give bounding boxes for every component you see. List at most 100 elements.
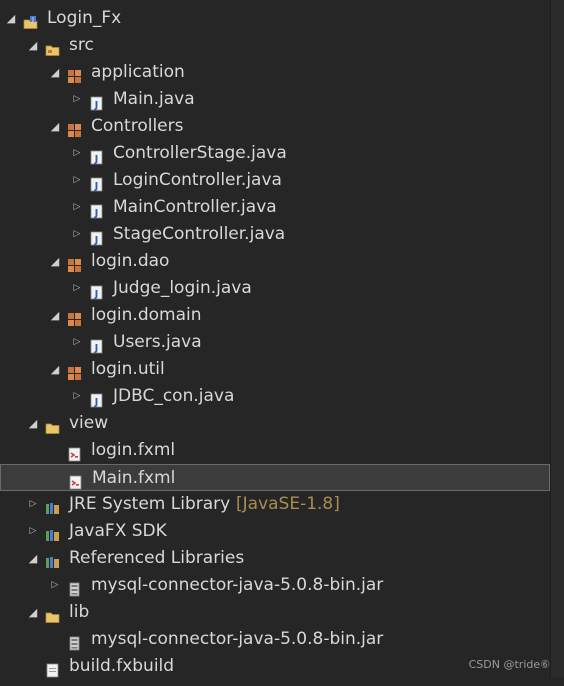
folder-icon — [45, 605, 60, 620]
svg-text:J: J — [31, 17, 33, 23]
tree-row-label: ControllerStage.java — [113, 140, 287, 167]
tree-row[interactable]: ◢ login.dao — [0, 248, 550, 275]
jar-file-icon — [67, 632, 82, 647]
tree-row[interactable]: ◢ Referenced Libraries — [0, 545, 550, 572]
tree-row[interactable]: ▷JMain.java — [0, 86, 550, 113]
tree-row[interactable]: ▷JavaFX SDK — [0, 518, 550, 545]
collapse-arrow-icon[interactable]: ◢ — [49, 113, 61, 140]
collapse-arrow-icon[interactable]: ◢ — [27, 599, 39, 626]
java-file-icon: J — [89, 146, 104, 161]
collapse-arrow-icon[interactable]: ◢ — [27, 545, 39, 572]
tree-row[interactable]: ▷JJudge_login.java — [0, 275, 550, 302]
collapse-arrow-icon[interactable]: ◢ — [49, 356, 61, 383]
folder-icon — [45, 416, 60, 431]
expand-arrow-icon[interactable]: ▷ — [71, 167, 83, 194]
expand-arrow-icon[interactable]: ▷ — [71, 383, 83, 410]
tree-row-label: lib — [69, 599, 89, 626]
expand-arrow-icon[interactable]: ▷ — [71, 194, 83, 221]
library-icon — [45, 524, 60, 539]
java-file-icon: J — [89, 281, 104, 296]
tree-row-label: Users.java — [113, 329, 202, 356]
expand-arrow-icon[interactable]: ▷ — [71, 86, 83, 113]
svg-text:J: J — [94, 235, 99, 246]
java-file-icon: J — [89, 389, 104, 404]
tree-row-label: src — [69, 32, 94, 59]
jar-icon — [67, 578, 82, 593]
collapse-arrow-icon[interactable]: ◢ — [5, 5, 17, 32]
expand-arrow-icon[interactable]: ▷ — [27, 491, 39, 518]
collapse-arrow-icon[interactable]: ◢ — [49, 59, 61, 86]
collapse-arrow-icon[interactable]: ◢ — [27, 410, 39, 437]
project-explorer-tree: ◢JLogin_Fx◢src◢application▷JMain.java◢Co… — [0, 0, 550, 678]
tree-row[interactable]: ◢application — [0, 59, 550, 86]
java-file-icon: J — [89, 227, 104, 242]
tree-row-label: LoginController.java — [113, 167, 282, 194]
java-file-icon: J — [89, 92, 104, 107]
tree-row[interactable]: ◢ lib — [0, 599, 550, 626]
fxml-file-icon — [67, 443, 82, 458]
expand-arrow-icon[interactable]: ▷ — [71, 140, 83, 167]
tree-row-label: MainController.java — [113, 194, 277, 221]
expand-arrow-icon[interactable]: ▷ — [71, 221, 83, 248]
package-icon — [67, 308, 82, 323]
tree-row[interactable]: ▷ J JDBC_con.java — [0, 383, 550, 410]
tree-row-label: Main.fxml — [92, 465, 175, 492]
tree-row[interactable]: ▷JRE System Library[JavaSE-1.8] — [0, 491, 550, 518]
svg-text:J: J — [94, 343, 99, 354]
tree-row-label: mysql-connector-java-5.0.8-bin.jar — [91, 572, 383, 599]
collapse-arrow-icon[interactable]: ◢ — [49, 302, 61, 329]
collapse-arrow-icon[interactable]: ◢ — [27, 32, 39, 59]
tree-row[interactable]: ◢ login.domain — [0, 302, 550, 329]
tree-row-label: build.fxbuild — [69, 653, 174, 680]
tree-row-label: Referenced Libraries — [69, 545, 244, 572]
library-icon — [45, 497, 60, 512]
svg-text:J: J — [94, 289, 99, 300]
svg-text:J: J — [94, 181, 99, 192]
expand-arrow-icon[interactable]: ▷ — [49, 572, 61, 599]
expand-arrow-icon[interactable]: ▷ — [27, 518, 39, 545]
tree-row[interactable]: ▷ J ControllerStage.java — [0, 140, 550, 167]
tree-row[interactable]: ◢ J Login_Fx — [0, 5, 550, 32]
vertical-scrollbar[interactable] — [550, 0, 564, 678]
package-icon — [67, 254, 82, 269]
svg-text:J: J — [94, 100, 99, 111]
tree-row[interactable]: login.fxml — [0, 437, 550, 464]
java-project-icon: J — [23, 11, 38, 26]
tree-row-label: StageController.java — [113, 221, 285, 248]
source-folder-icon — [45, 38, 60, 53]
collapse-arrow-icon[interactable]: ◢ — [49, 248, 61, 275]
tree-row[interactable]: ◢ src — [0, 32, 550, 59]
tree-row-label: mysql-connector-java-5.0.8-bin.jar — [91, 626, 383, 653]
svg-text:J: J — [94, 154, 99, 165]
tree-row-label: Login_Fx — [47, 5, 121, 32]
watermark: CSDN @tride⑥ — [469, 658, 550, 671]
library-icon — [45, 551, 60, 566]
tree-row[interactable]: ▷ J MainController.java — [0, 194, 550, 221]
tree-row[interactable]: ▷ J Users.java — [0, 329, 550, 356]
tree-row[interactable]: ▷ mysql-connector-java-5.0.8-bin.jar — [0, 572, 550, 599]
package-icon — [67, 119, 82, 134]
tree-row[interactable]: ▷ J StageController.java — [0, 221, 550, 248]
package-icon — [67, 362, 82, 377]
tree-row-label: JDBC_con.java — [113, 383, 234, 410]
tree-row[interactable]: ◢login.util — [0, 356, 550, 383]
fxml-file-icon — [68, 471, 83, 486]
java-file-icon: J — [89, 200, 104, 215]
svg-text:J: J — [94, 397, 99, 408]
package-icon — [67, 65, 82, 80]
tree-row-label: Controllers — [91, 113, 183, 140]
tree-row[interactable]: ◢ Controllers — [0, 113, 550, 140]
tree-row[interactable]: build.fxbuild — [0, 653, 550, 680]
tree-row-label: login.fxml — [91, 437, 175, 464]
tree-row[interactable]: mysql-connector-java-5.0.8-bin.jar — [0, 626, 550, 653]
tree-row-label: login.dao — [91, 248, 169, 275]
tree-row[interactable]: ▷ J LoginController.java — [0, 167, 550, 194]
svg-text:J: J — [94, 208, 99, 219]
expand-arrow-icon[interactable]: ▷ — [71, 275, 83, 302]
tree-row[interactable]: Main.fxml — [0, 464, 550, 491]
tree-row[interactable]: ◢view — [0, 410, 550, 437]
expand-arrow-icon[interactable]: ▷ — [71, 329, 83, 356]
tree-row-label: login.domain — [91, 302, 201, 329]
java-file-icon: J — [89, 335, 104, 350]
java-file-icon: J — [89, 173, 104, 188]
